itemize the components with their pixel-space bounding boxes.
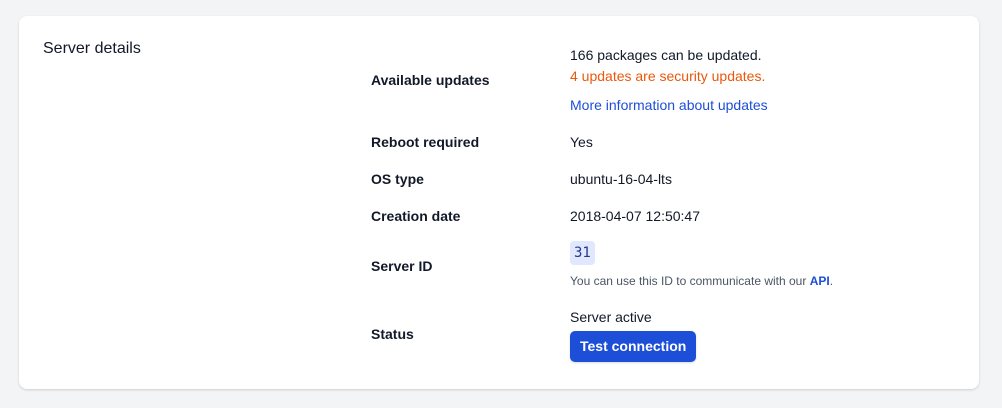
status-value: Server active: [570, 309, 652, 325]
reboot-required-label: Reboot required: [371, 134, 480, 150]
more-info-updates-link[interactable]: More information about updates: [570, 96, 768, 114]
server-details-card: Server details Available updates 166 pac…: [19, 16, 979, 389]
creation-date-value: 2018-04-07 12:50:47: [570, 208, 700, 224]
server-id-badge: 31: [570, 241, 595, 265]
security-updates-text: 4 updates are security updates.: [570, 68, 766, 84]
os-type-label: OS type: [371, 171, 424, 187]
api-link[interactable]: API: [810, 274, 830, 288]
server-id-label: Server ID: [371, 258, 433, 274]
available-updates-label: Available updates: [371, 72, 490, 88]
status-label: Status: [371, 326, 414, 342]
creation-date-label: Creation date: [371, 208, 461, 224]
packages-count-text: 166 packages can be updated.: [570, 47, 762, 63]
test-connection-button[interactable]: Test connection: [570, 331, 697, 362]
reboot-required-value: Yes: [570, 134, 593, 150]
server-id-hint: You can use this ID to communicate with …: [570, 273, 833, 289]
section-title: Server details: [43, 40, 141, 57]
os-type-value: ubuntu-16-04-lts: [570, 171, 672, 187]
server-id-hint-prefix: You can use this ID to communicate with …: [570, 274, 810, 288]
server-id-hint-suffix: .: [829, 274, 834, 288]
